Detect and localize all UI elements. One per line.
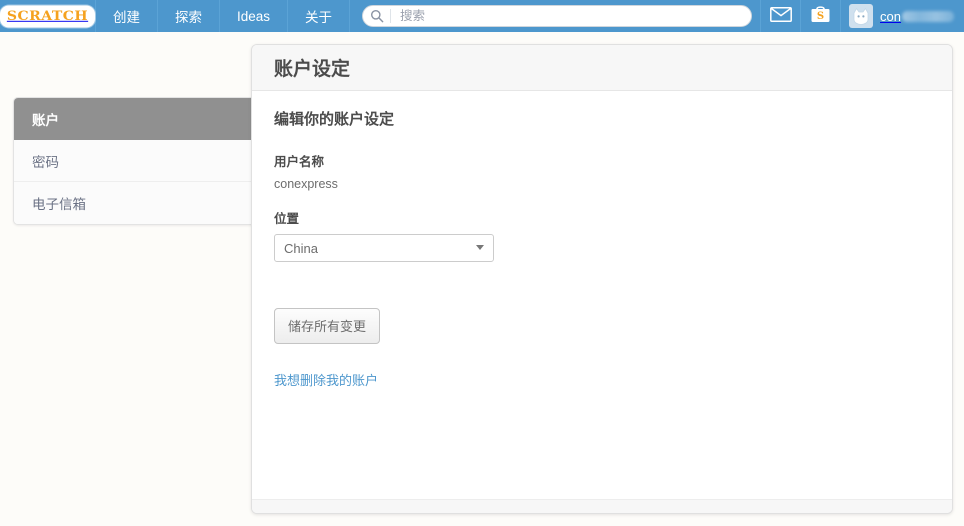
nav-item-ideas[interactable]: Ideas <box>220 0 289 32</box>
sidebar-item-account[interactable]: 账户 <box>14 98 264 140</box>
backpack-button[interactable]: S <box>800 0 840 32</box>
nav-item-about[interactable]: 关于 <box>288 0 351 32</box>
nav-item-create[interactable]: 创建 <box>96 0 158 32</box>
location-label: 位置 <box>274 212 300 226</box>
sidebar-item-password[interactable]: 密码 <box>14 140 264 182</box>
card-footer <box>252 499 952 513</box>
location-select[interactable]: China <box>274 234 494 262</box>
section-heading: 编辑你的账户设定 <box>274 111 395 128</box>
username-value: conexpress <box>274 177 338 191</box>
save-all-changes-button[interactable]: 储存所有变更 <box>274 308 381 344</box>
sidebar-item-email[interactable]: 电子信箱 <box>14 182 264 224</box>
account-username-redacted <box>902 10 954 22</box>
settings-sidebar: 账户 密码 电子信箱 <box>13 97 265 225</box>
username-field-group: 用户名称 conexpress <box>274 151 930 191</box>
navbar-left-group: SCRATCH 创建 探索 Ideas 关于 <box>0 0 760 32</box>
nav-item-explore[interactable]: 探索 <box>158 0 220 32</box>
account-settings-card: 账户设定 编辑你的账户设定 用户名称 conexpress 位置 China 储… <box>251 44 953 514</box>
account-username: con <box>880 9 954 24</box>
location-field-group: 位置 China <box>274 208 930 262</box>
account-menu[interactable]: con <box>840 0 964 32</box>
search-input[interactable] <box>391 6 752 26</box>
backpack-s-icon: S <box>810 5 831 27</box>
username-label: 用户名称 <box>274 155 325 169</box>
svg-text:S: S <box>817 11 824 22</box>
scratch-logo[interactable]: SCRATCH <box>0 0 96 32</box>
search-container <box>350 0 760 32</box>
card-header: 账户设定 <box>252 45 952 91</box>
navbar-right-group: S con <box>760 0 964 32</box>
card-body: 编辑你的账户设定 用户名称 conexpress 位置 China 储存所有变更… <box>252 91 952 499</box>
envelope-icon <box>769 7 792 25</box>
search-box[interactable] <box>362 5 753 27</box>
scratch-logo-text: SCRATCH <box>0 4 96 28</box>
account-username-text: con <box>880 8 901 24</box>
location-select-wrapper: China <box>274 234 494 262</box>
page-title: 账户设定 <box>274 59 351 80</box>
page-body: 账户 密码 电子信箱 账户设定 编辑你的账户设定 用户名称 conexpress… <box>0 32 964 526</box>
messages-button[interactable] <box>760 0 800 32</box>
top-navbar: SCRATCH 创建 探索 Ideas 关于 搜索 S con <box>0 0 964 32</box>
avatar <box>849 4 874 28</box>
delete-account-link[interactable]: 我想删除我的账户 <box>274 370 930 389</box>
search-icon <box>363 9 392 23</box>
